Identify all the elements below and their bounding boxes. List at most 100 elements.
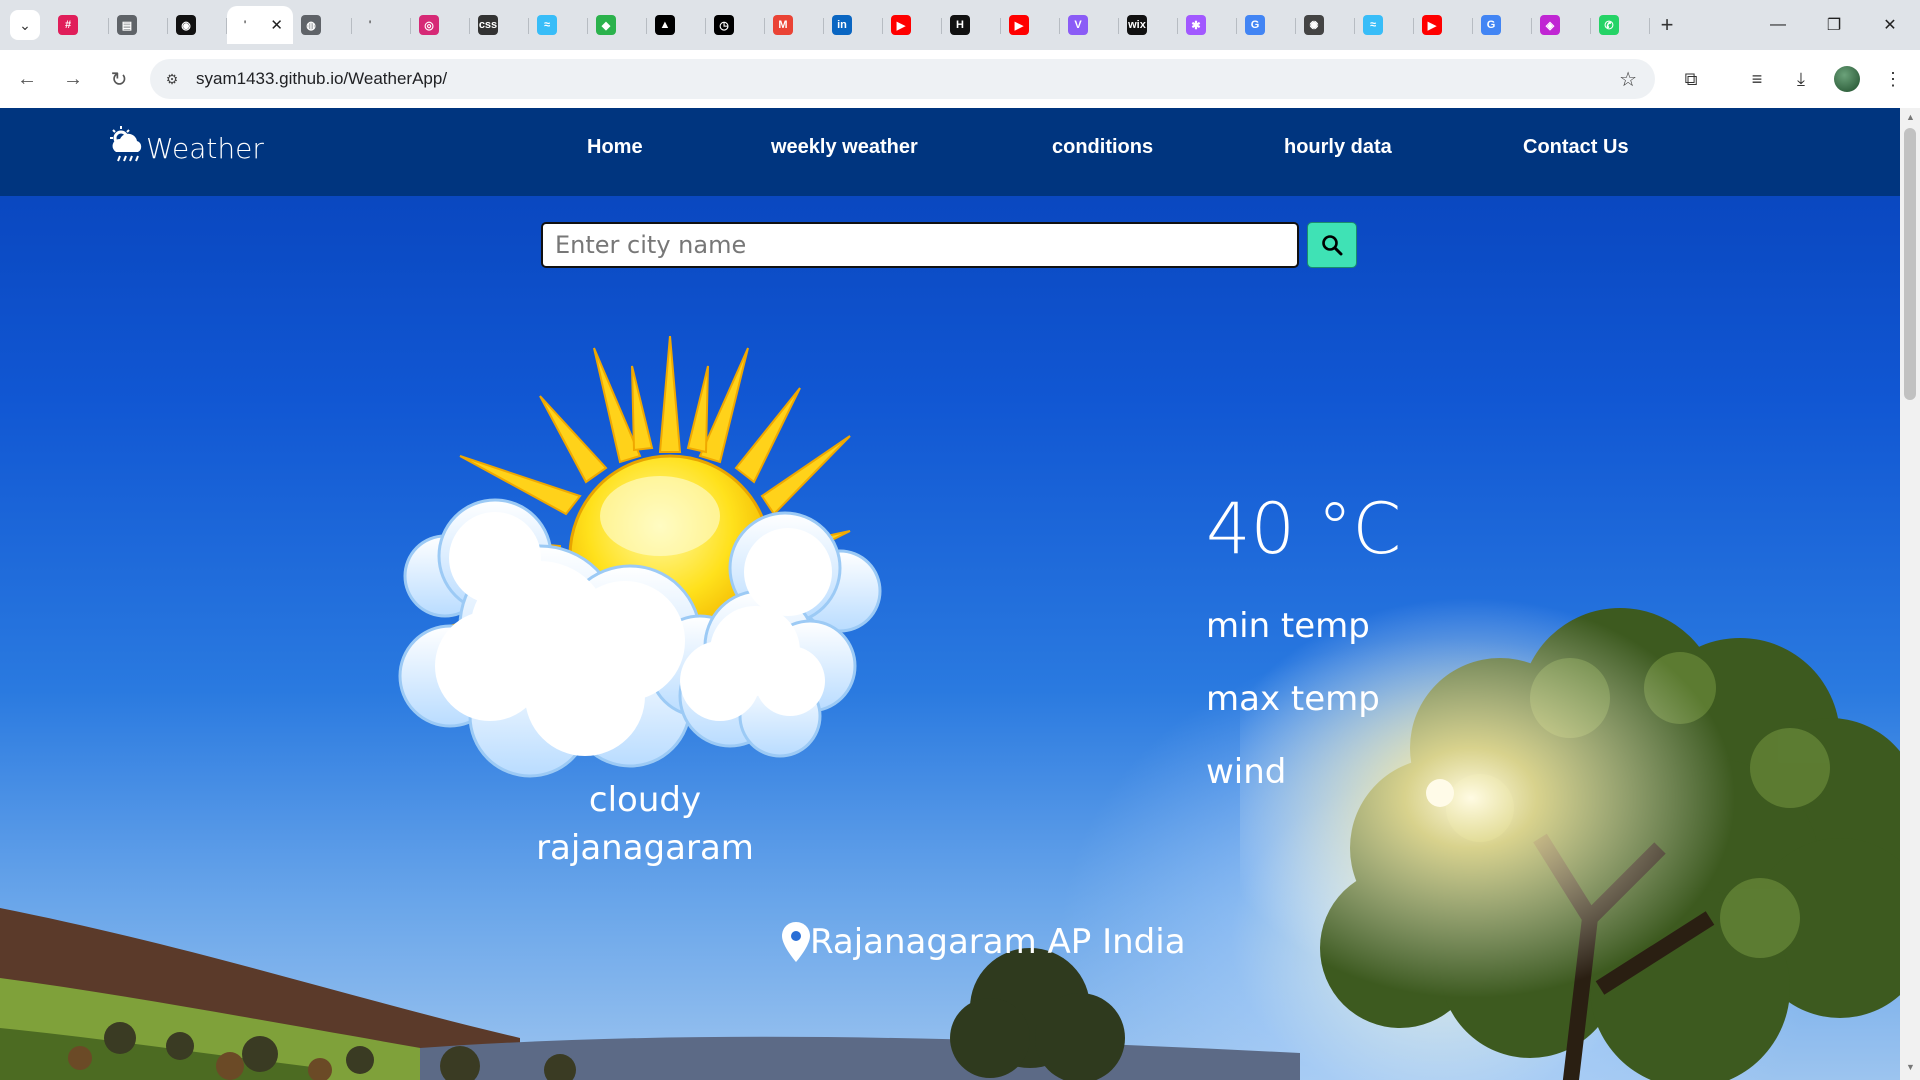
browser-tab[interactable]: wix [1119,6,1178,44]
browser-tab[interactable]: M [765,6,824,44]
menu-icon[interactable]: ⋮ [1878,64,1908,94]
instagram-icon: ◎ [419,15,439,35]
tab-search-button[interactable]: ⌄ [10,10,40,40]
browser-tab[interactable]: ◉ [168,6,227,44]
browser-tab[interactable]: ' ✕ [227,6,293,44]
forward-button[interactable]: → [58,64,88,94]
browser-tab[interactable]: ▶ [883,6,942,44]
minimize-button[interactable]: — [1752,8,1804,42]
browser-tab[interactable]: G [1473,6,1532,44]
gmail-icon: M [773,15,793,35]
city-search-input[interactable] [543,224,1297,266]
new-tab-button[interactable]: + [1652,10,1682,40]
weather-page: Weather Home weekly weather conditions h… [0,108,1900,1080]
browser-tab[interactable]: ' [352,6,411,44]
restore-button[interactable]: ❐ [1808,8,1860,42]
browser-tab[interactable]: ◆ [588,6,647,44]
browser-tab[interactable]: ◎ [411,6,470,44]
wind-label: wind [1206,752,1287,792]
browser-tab[interactable]: ≈ [529,6,588,44]
browser-toolbar: ← → ↻ ⚙ syam1433.github.io/WeatherApp/ ☆… [0,50,1920,108]
browser-tab[interactable]: in [824,6,883,44]
openai-icon: ✺ [1304,15,1324,35]
browser-tab[interactable]: ▲ [647,6,706,44]
browser-tab[interactable]: H [942,6,1001,44]
search-button[interactable] [1307,222,1357,268]
temperature-value: 40 °C [1206,488,1402,570]
globe-icon: ◍ [301,15,321,35]
cloud-rain-icon [110,126,142,162]
city-search-box [541,222,1299,268]
doc-icon: ▤ [117,15,137,35]
nav-home[interactable]: Home [587,136,643,159]
whatsapp-icon: ✆ [1599,15,1619,35]
site-navbar: Weather Home weekly weather conditions h… [0,108,1900,196]
browser-tab[interactable]: ◈ [1532,6,1591,44]
city-name-text: rajanagaram [536,828,754,868]
hackerrank-icon: H [950,15,970,35]
tailwind-icon: ≈ [1363,15,1383,35]
profile-avatar[interactable] [1834,66,1860,92]
browser-tab[interactable]: ◷ [706,6,765,44]
address-bar[interactable]: ⚙ syam1433.github.io/WeatherApp/ ☆ [150,59,1655,99]
vercel-icon: ▲ [655,15,675,35]
scrollbar-thumb[interactable] [1904,128,1916,400]
nav-weekly-weather[interactable]: weekly weather [771,136,918,159]
map-pin-icon [782,922,810,962]
alarm-icon: ◷ [714,15,734,35]
nav-contact-us[interactable]: Contact Us [1523,136,1629,159]
browser-tab[interactable]: ✺ [1296,6,1355,44]
tab-list: # ▤ ◉ ' ✕ ◍ ' ◎ css ≈ ◆ ▲ ◷ Min ▶ H ▶ Vwix ✱ G ✺ ≈ ▶ G ◈ ✆ [50,6,1650,44]
brand[interactable]: Weather [106,124,264,166]
location-display: Rajanagaram AP India [782,922,1186,962]
browser-tab[interactable]: css [470,6,529,44]
app-icon: ◈ [1540,15,1560,35]
google-icon: G [1245,15,1265,35]
css-icon: css [478,15,498,35]
youtube-icon: ▶ [1422,15,1442,35]
browser-tab[interactable]: ≈ [1355,6,1414,44]
vite-icon: V [1068,15,1088,35]
browser-tab[interactable]: ✆ [1591,6,1650,44]
page-scrollbar[interactable]: ▲ ▼ [1900,108,1920,1080]
nav-hourly-data[interactable]: hourly data [1284,136,1392,159]
browser-tab[interactable]: ▶ [1414,6,1473,44]
bookmark-star-icon[interactable]: ☆ [1619,67,1637,92]
site-info-icon[interactable]: ⚙ [162,69,182,89]
youtube-icon: ▶ [1009,15,1029,35]
partly-cloudy-icon [398,336,882,778]
tree-illustration [1240,588,1900,1080]
browser-tab[interactable]: ◍ [293,6,352,44]
scroll-down-arrow[interactable]: ▼ [1906,1062,1915,1072]
max-temp-label: max temp [1206,679,1380,719]
github-icon: ◉ [176,15,196,35]
nav-conditions[interactable]: conditions [1052,136,1153,159]
tailwind-icon: ≈ [537,15,557,35]
search-icon [1322,235,1343,256]
tab-strip: ⌄ # ▤ ◉ ' ✕ ◍ ' ◎ css ≈ ◆ ▲ ◷ Min ▶ H ▶ Vwix ✱ G ✺ ≈ ▶ G ◈ ✆ + — … [0,0,1920,50]
reload-button[interactable]: ↻ [104,64,134,94]
google-icon: G [1481,15,1501,35]
browser-tab[interactable]: V [1060,6,1119,44]
extensions-icon[interactable]: ⧉ [1676,64,1706,94]
min-temp-label: min temp [1206,606,1370,646]
browser-tab[interactable]: ✱ [1178,6,1237,44]
close-window-button[interactable]: ✕ [1864,8,1916,42]
scroll-up-arrow[interactable]: ▲ [1906,112,1915,122]
linkedin-icon: in [832,15,852,35]
feedly-icon: ◆ [596,15,616,35]
blank-icon: ' [368,19,372,31]
media-controls-icon[interactable]: ≡ [1742,64,1772,94]
back-button[interactable]: ← [12,64,42,94]
wix-icon: wix [1127,15,1147,35]
active-tab-icon: ' [243,19,247,31]
brand-name: Weather [146,131,264,165]
browser-tab[interactable]: ▤ [109,6,168,44]
browser-tab[interactable]: G [1237,6,1296,44]
browser-tab[interactable]: # [50,6,109,44]
url-text[interactable]: syam1433.github.io/WeatherApp/ [196,69,447,89]
figma-icon: ✱ [1186,15,1206,35]
downloads-icon[interactable]: ⤓ [1786,64,1816,94]
close-tab-icon[interactable]: ✕ [270,16,283,34]
browser-tab[interactable]: ▶ [1001,6,1060,44]
